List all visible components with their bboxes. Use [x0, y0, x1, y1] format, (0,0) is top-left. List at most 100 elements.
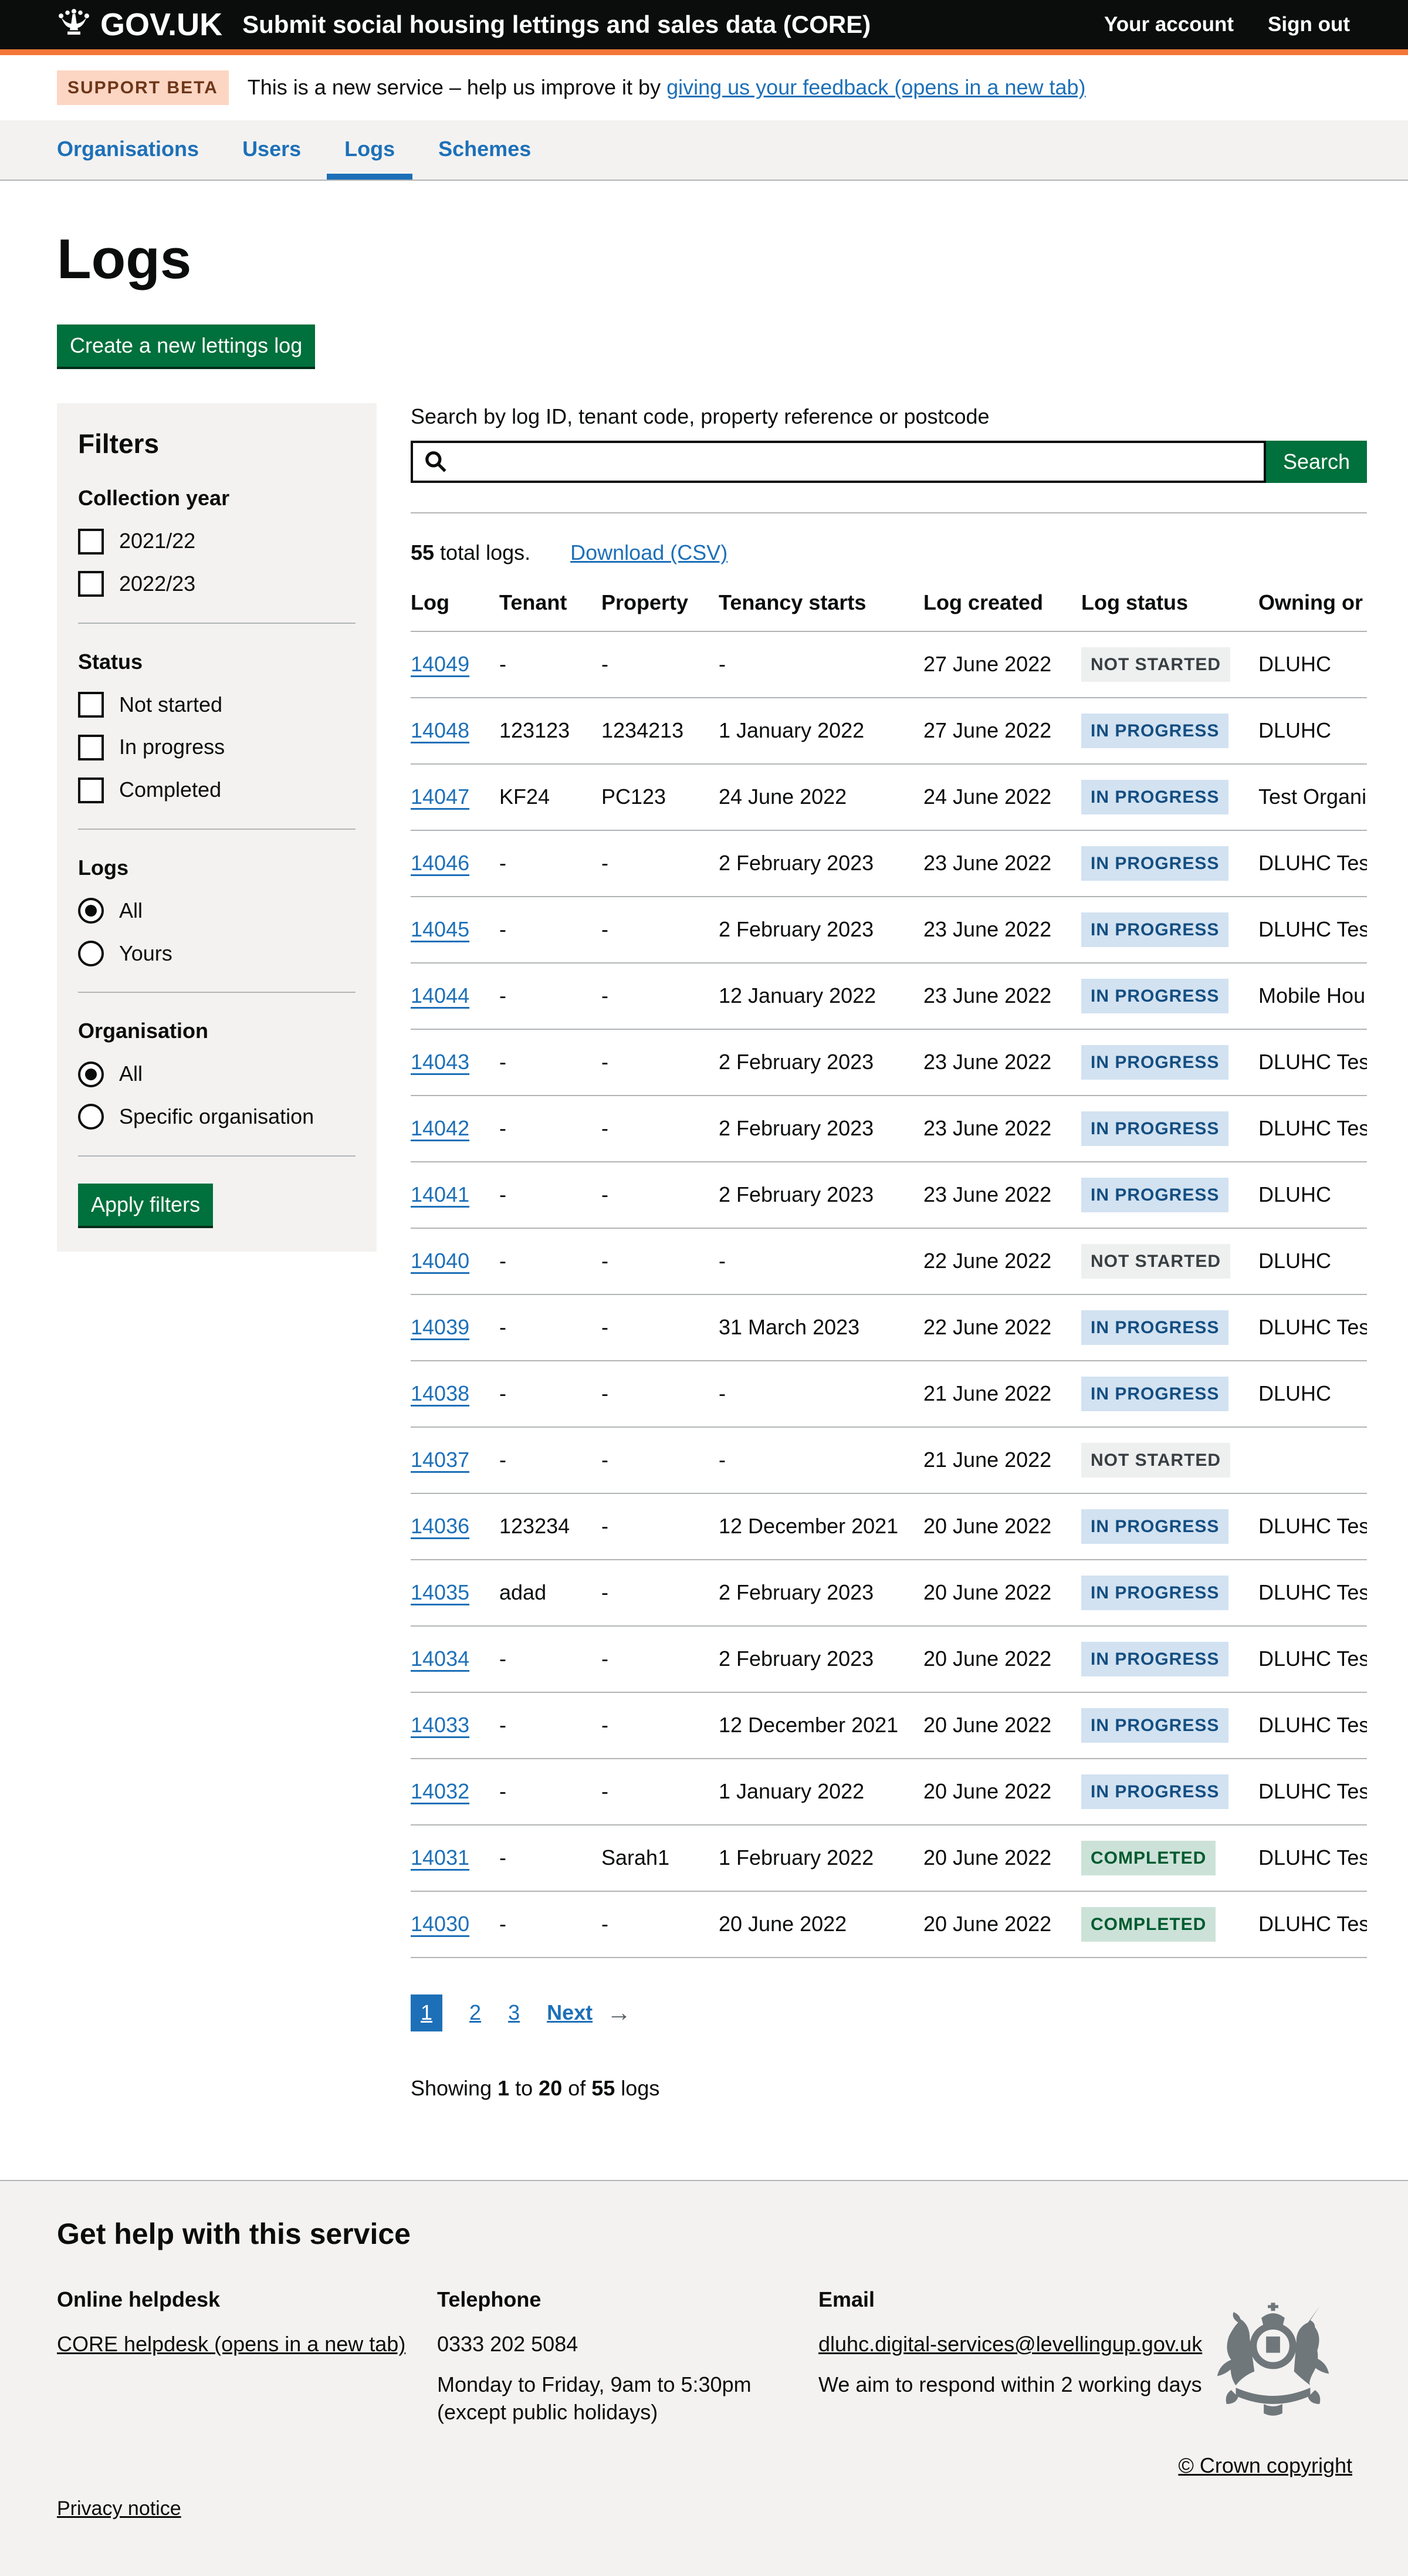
- log-id-link[interactable]: 14031: [411, 1845, 469, 1870]
- radio-option-organisation-all[interactable]: All: [78, 1060, 356, 1088]
- radio-icon[interactable]: [78, 1061, 104, 1087]
- tenancy-starts-cell: 2 February 2023: [719, 1029, 923, 1096]
- log-status-cell: IN PROGRESS: [1081, 1759, 1258, 1825]
- log-id-link[interactable]: 14047: [411, 785, 469, 809]
- log-id-link[interactable]: 14044: [411, 983, 469, 1008]
- tenancy-starts-cell: -: [719, 631, 923, 698]
- checkbox-label: 2021/22: [119, 528, 195, 555]
- beta-tag: SUPPORT BETA: [57, 70, 229, 105]
- log-created-cell: 20 June 2022: [923, 1560, 1081, 1626]
- log-id-link[interactable]: 14041: [411, 1182, 469, 1206]
- log-id-link[interactable]: 14035: [411, 1580, 469, 1604]
- status-badge: IN PROGRESS: [1081, 1774, 1228, 1809]
- filters-divider: [78, 623, 356, 624]
- tenancy-starts-cell: 1 January 2022: [719, 1759, 923, 1825]
- log-id-link[interactable]: 14048: [411, 718, 469, 742]
- service-name[interactable]: Submit social housing lettings and sales…: [242, 9, 871, 41]
- collection-year-heading: Collection year: [78, 485, 356, 512]
- property-cell: -: [601, 1096, 719, 1162]
- your-account-link[interactable]: Your account: [1104, 11, 1234, 38]
- search-button[interactable]: Search: [1266, 441, 1367, 483]
- telephone-heading: Telephone: [437, 2286, 818, 2314]
- col-header-tenancy-starts: Tenancy starts: [719, 589, 923, 631]
- email-link[interactable]: dluhc.digital-services@levellingup.gov.u…: [818, 2332, 1202, 2356]
- log-id-link[interactable]: 14037: [411, 1448, 469, 1472]
- download-csv-link[interactable]: Download (CSV): [570, 539, 727, 567]
- pagination-page-3[interactable]: 3: [508, 1999, 520, 2027]
- search-input[interactable]: [411, 441, 1266, 483]
- checkbox-option-not-started[interactable]: Not started: [78, 691, 356, 719]
- checkbox-icon[interactable]: [78, 529, 104, 555]
- checkbox-icon[interactable]: [78, 735, 104, 760]
- results-section: Search by log ID, tenant code, property …: [411, 403, 1367, 2124]
- header-logo-group[interactable]: GOV.UK Submit social housing lettings an…: [57, 4, 871, 45]
- status-badge: IN PROGRESS: [1081, 979, 1228, 1013]
- nav-item-logs[interactable]: Logs: [327, 120, 412, 180]
- property-cell: -: [601, 1427, 719, 1493]
- owning-org-cell: [1258, 1427, 1367, 1493]
- table-row: 14046 - - 2 February 2023 23 June 2022 I…: [411, 830, 1367, 897]
- log-id-link[interactable]: 14046: [411, 851, 469, 875]
- log-id-link[interactable]: 14043: [411, 1050, 469, 1074]
- checkbox-icon[interactable]: [78, 692, 104, 718]
- property-cell: -: [601, 1759, 719, 1825]
- create-lettings-log-button[interactable]: Create a new lettings log: [57, 324, 315, 367]
- sign-out-link[interactable]: Sign out: [1268, 11, 1350, 38]
- radio-icon[interactable]: [78, 941, 104, 966]
- log-created-cell: 27 June 2022: [923, 631, 1081, 698]
- log-created-cell: 21 June 2022: [923, 1361, 1081, 1427]
- checkbox-icon[interactable]: [78, 777, 104, 803]
- property-cell: -: [601, 1228, 719, 1294]
- checkbox-option-completed[interactable]: Completed: [78, 776, 356, 804]
- owning-org-cell: Mobile Hou: [1258, 963, 1367, 1029]
- checkbox-option-2021-22[interactable]: 2021/22: [78, 528, 356, 555]
- log-id-link[interactable]: 14042: [411, 1116, 469, 1140]
- log-status-cell: IN PROGRESS: [1081, 1294, 1258, 1361]
- core-helpdesk-link[interactable]: CORE helpdesk (opens in a new tab): [57, 2332, 405, 2356]
- telephone-holidays-text: (except public holidays): [437, 2400, 658, 2424]
- nav-item-users[interactable]: Users: [225, 120, 319, 180]
- log-id-link[interactable]: 14036: [411, 1514, 469, 1538]
- pagination-page-1-current[interactable]: 1: [411, 1994, 442, 2031]
- pagination-page-2[interactable]: 2: [469, 1999, 481, 2027]
- checkbox-option-2022-23[interactable]: 2022/23: [78, 570, 356, 598]
- tenant-cell: adad: [499, 1560, 601, 1626]
- log-status-cell: NOT STARTED: [1081, 1228, 1258, 1294]
- col-header-log-status: Log status: [1081, 589, 1258, 631]
- log-id-link[interactable]: 14032: [411, 1779, 469, 1803]
- nav-item-organisations[interactable]: Organisations: [39, 120, 216, 180]
- apply-filters-button[interactable]: Apply filters: [78, 1184, 213, 1226]
- property-cell: -: [601, 1361, 719, 1427]
- checkbox-option-in-progress[interactable]: In progress: [78, 733, 356, 761]
- checkbox-icon[interactable]: [78, 571, 104, 597]
- col-header-log-created: Log created: [923, 589, 1081, 631]
- tenant-cell: -: [499, 963, 601, 1029]
- radio-option-logs-all[interactable]: All: [78, 897, 356, 925]
- crown-copyright-link[interactable]: © Crown copyright: [1178, 2452, 1352, 2480]
- log-id-link[interactable]: 14038: [411, 1381, 469, 1405]
- log-id-link[interactable]: 14045: [411, 917, 469, 941]
- log-id-link[interactable]: 14034: [411, 1647, 469, 1671]
- feedback-link[interactable]: giving us your feedback (opens in a new …: [666, 75, 1085, 99]
- radio-option-logs-yours[interactable]: Yours: [78, 940, 356, 968]
- pagination-next-link[interactable]: Next: [547, 1999, 593, 2027]
- radio-icon[interactable]: [78, 1104, 104, 1130]
- radio-icon[interactable]: [78, 898, 104, 924]
- log-id-link[interactable]: 14039: [411, 1315, 469, 1339]
- tenant-cell: -: [499, 1427, 601, 1493]
- status-badge: IN PROGRESS: [1081, 714, 1228, 748]
- radio-option-specific-organisation[interactable]: Specific organisation: [78, 1103, 356, 1131]
- tenant-cell: -: [499, 1162, 601, 1228]
- log-id-link[interactable]: 14049: [411, 652, 469, 676]
- privacy-notice-link[interactable]: Privacy notice: [57, 2496, 181, 2521]
- log-id-link[interactable]: 14033: [411, 1713, 469, 1737]
- owning-org-cell: DLUHC Tes: [1258, 1891, 1367, 1958]
- table-row: 14035 adad - 2 February 2023 20 June 202…: [411, 1560, 1367, 1626]
- checkbox-label: In progress: [119, 733, 225, 761]
- log-created-cell: 23 June 2022: [923, 897, 1081, 963]
- log-id-link[interactable]: 14030: [411, 1912, 469, 1936]
- log-id-link[interactable]: 14040: [411, 1249, 469, 1273]
- tenant-cell: KF24: [499, 764, 601, 830]
- nav-item-schemes[interactable]: Schemes: [421, 120, 549, 180]
- tenant-cell: -: [499, 1692, 601, 1759]
